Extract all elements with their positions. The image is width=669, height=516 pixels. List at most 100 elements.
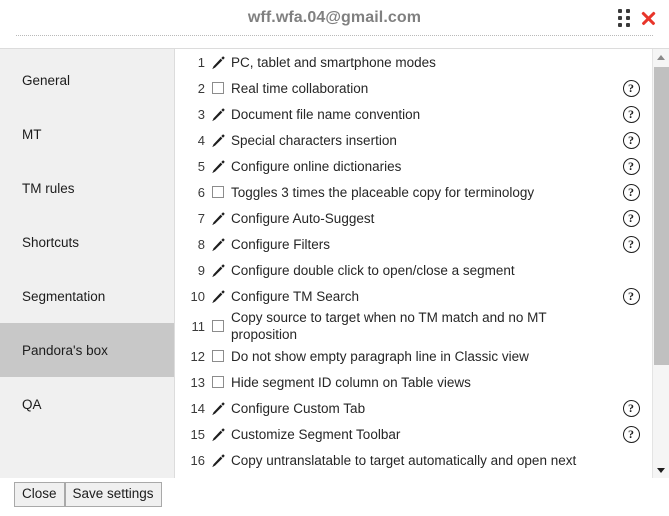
sidebar-item-label: Segmentation xyxy=(22,288,106,304)
help-icon[interactable]: ? xyxy=(622,287,640,305)
sidebar-item-mt[interactable]: MT xyxy=(0,107,174,161)
option-control[interactable] xyxy=(205,401,231,416)
titlebar-controls xyxy=(618,9,657,27)
help-icon[interactable]: ? xyxy=(622,79,640,97)
option-control[interactable] xyxy=(205,159,231,174)
option-row[interactable]: 9 Configure double click to open/close a … xyxy=(175,257,651,283)
option-row[interactable]: 15 Customize Segment Toolbar? xyxy=(175,421,651,447)
option-row[interactable]: 5 Configure online dictionaries? xyxy=(175,153,651,179)
pencil-icon[interactable] xyxy=(211,237,226,252)
content-scrollbar[interactable] xyxy=(652,49,669,478)
option-control[interactable] xyxy=(205,82,231,94)
option-control[interactable] xyxy=(205,453,231,468)
pencil-icon[interactable] xyxy=(211,133,226,148)
option-control[interactable] xyxy=(205,376,231,388)
option-control[interactable] xyxy=(205,289,231,304)
option-checkbox[interactable] xyxy=(212,320,224,332)
option-control[interactable] xyxy=(205,320,231,332)
sidebar-item-label: General xyxy=(22,72,71,88)
sidebar-item-tm-rules[interactable]: TM rules xyxy=(0,161,174,215)
scroll-up-arrow[interactable] xyxy=(653,49,669,65)
option-control[interactable] xyxy=(205,55,231,70)
option-checkbox[interactable] xyxy=(212,350,224,362)
help-icon[interactable]: ? xyxy=(622,105,640,123)
option-control[interactable] xyxy=(205,186,231,198)
sidebar-item-label: Shortcuts xyxy=(22,234,80,250)
help-icon[interactable]: ? xyxy=(622,209,640,227)
option-row[interactable]: 2 Real time collaboration? xyxy=(175,75,651,101)
settings-sidebar: General MT TM rules Shortcuts Segmentation Pa… xyxy=(0,48,174,478)
drag-dot xyxy=(626,16,630,20)
option-index: 8 xyxy=(197,236,205,252)
option-row[interactable]: 12 Do not show empty paragraph line in Cl… xyxy=(175,343,651,369)
option-row[interactable]: 11 Copy source to target when no TM match… xyxy=(175,309,651,343)
pencil-icon[interactable] xyxy=(211,401,226,416)
option-control[interactable] xyxy=(205,211,231,226)
option-row[interactable]: 10 Configure TM Search? xyxy=(175,283,651,309)
option-label: Special characters insertion xyxy=(231,132,397,148)
help-icon[interactable]: ? xyxy=(622,157,640,175)
sidebar-item-qa[interactable]: QA xyxy=(0,377,174,431)
option-index: 11 xyxy=(191,318,206,334)
pencil-icon[interactable] xyxy=(211,263,226,278)
option-checkbox[interactable] xyxy=(212,186,224,198)
option-control[interactable] xyxy=(205,427,231,442)
option-control[interactable] xyxy=(205,133,231,148)
option-index: 16 xyxy=(190,452,205,468)
pencil-icon[interactable] xyxy=(211,427,226,442)
option-help-cell: ? xyxy=(611,209,651,227)
help-icon[interactable]: ? xyxy=(622,425,640,443)
scroll-down-arrow[interactable] xyxy=(653,462,669,478)
option-label: Configure TM Search xyxy=(231,288,360,304)
option-checkbox[interactable] xyxy=(212,376,224,388)
option-help-cell: ? xyxy=(611,235,651,253)
pencil-icon[interactable] xyxy=(211,211,226,226)
pencil-icon[interactable] xyxy=(211,55,226,70)
save-settings-button[interactable]: Save settings xyxy=(64,482,162,507)
option-index: 2 xyxy=(197,80,205,96)
pandoras-box-option-list: 1 PC, tablet and smartphone modes 2 Real ti… xyxy=(175,49,651,478)
pencil-icon[interactable] xyxy=(211,289,226,304)
drag-dot xyxy=(626,9,630,13)
help-icon[interactable]: ? xyxy=(622,183,640,201)
close-icon[interactable] xyxy=(639,9,657,27)
drag-handle-icon[interactable] xyxy=(618,9,630,27)
option-row[interactable]: 4 Special characters insertion? xyxy=(175,127,651,153)
option-row[interactable]: 8 Configure Filters? xyxy=(175,231,651,257)
option-control[interactable] xyxy=(205,263,231,278)
option-control[interactable] xyxy=(205,350,231,362)
pencil-icon[interactable] xyxy=(211,159,226,174)
option-help-cell: ? xyxy=(611,105,651,123)
close-button[interactable]: Close xyxy=(14,482,65,507)
option-row[interactable]: 16 Copy untranslatable to target automati… xyxy=(175,447,651,473)
scrollbar-thumb[interactable] xyxy=(654,67,669,365)
option-row[interactable]: 13 Hide segment ID column on Table views xyxy=(175,369,651,395)
help-icon[interactable]: ? xyxy=(622,235,640,253)
pencil-icon[interactable] xyxy=(211,107,226,122)
option-label: Do not show empty paragraph line in Clas… xyxy=(231,348,529,364)
option-row[interactable]: 1 PC, tablet and smartphone modes xyxy=(175,49,651,75)
option-label: Real time collaboration xyxy=(231,80,369,96)
option-control[interactable] xyxy=(205,107,231,122)
sidebar-item-segmentation[interactable]: Segmentation xyxy=(0,269,174,323)
option-checkbox[interactable] xyxy=(212,82,224,94)
option-control[interactable] xyxy=(205,237,231,252)
option-index: 13 xyxy=(190,374,205,390)
option-help-cell: ? xyxy=(611,131,651,149)
drag-dot xyxy=(618,9,622,13)
help-icon[interactable]: ? xyxy=(622,399,640,417)
sidebar-item-general[interactable]: General xyxy=(0,53,174,107)
option-label: Configure online dictionaries xyxy=(231,158,402,174)
help-icon[interactable]: ? xyxy=(622,131,640,149)
sidebar-item-pandora-s-box[interactable]: Pandora's box xyxy=(0,323,174,377)
dialog-titlebar: wff.wfa.04@gmail.com xyxy=(0,0,669,36)
option-row[interactable]: 6 Toggles 3 times the placeable copy for … xyxy=(175,179,651,205)
option-label: Configure double click to open/close a s… xyxy=(231,262,515,278)
option-row[interactable]: 14 Configure Custom Tab? xyxy=(175,395,651,421)
option-row[interactable]: 3 Document file name convention? xyxy=(175,101,651,127)
option-index: 10 xyxy=(190,288,205,304)
option-row[interactable]: 7 Configure Auto-Suggest? xyxy=(175,205,651,231)
pencil-icon[interactable] xyxy=(211,453,226,468)
sidebar-item-shortcuts[interactable]: Shortcuts xyxy=(0,215,174,269)
sidebar-item-label: MT xyxy=(22,126,42,142)
